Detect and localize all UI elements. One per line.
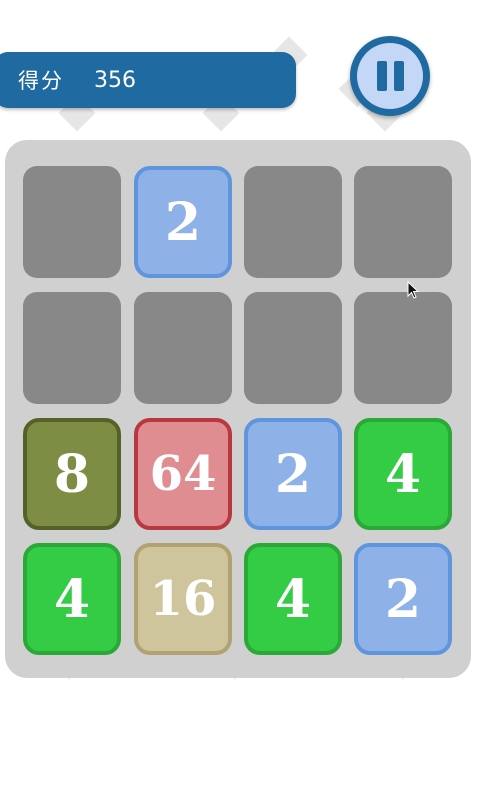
pause-icon — [357, 43, 423, 109]
pause-button[interactable] — [350, 36, 430, 116]
tile-r1-c1 — [134, 292, 232, 404]
score-label: 得分 — [18, 69, 64, 93]
tile-r3-c0: 4 — [23, 543, 121, 655]
tile-r1-c0 — [23, 292, 121, 404]
tile-r1-c2 — [244, 292, 342, 404]
tile-r0-c1: 2 — [134, 166, 232, 278]
score-bar: 得分 356 — [0, 52, 296, 108]
tile-r2-c0: 8 — [23, 418, 121, 530]
tile-r2-c2: 2 — [244, 418, 342, 530]
tile-r3-c2: 4 — [244, 543, 342, 655]
mouse-cursor-icon — [407, 281, 420, 299]
tile-r2-c3: 4 — [354, 418, 452, 530]
tile-r2-c1: 64 — [134, 418, 232, 530]
tile-r0-c3 — [354, 166, 452, 278]
tile-r3-c3: 2 — [354, 543, 452, 655]
tile-r0-c0 — [23, 166, 121, 278]
tile-r0-c2 — [244, 166, 342, 278]
score-value: 356 — [94, 67, 136, 93]
tile-r3-c1: 16 — [134, 543, 232, 655]
tile-r1-c3 — [354, 292, 452, 404]
game-board[interactable]: 2 8 64 2 4 4 16 4 2 — [5, 140, 471, 678]
game-screen: 得分 356 2 8 64 2 4 4 16 4 2 — [0, 0, 480, 800]
